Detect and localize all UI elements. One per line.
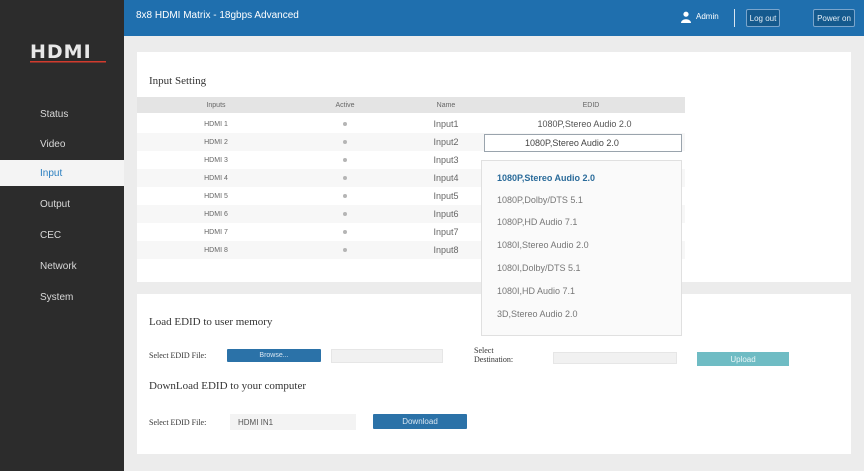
- active-indicator: [295, 133, 395, 151]
- active-indicator: [295, 223, 395, 241]
- dropdown-option[interactable]: 1080I,Stereo Audio 2.0: [497, 240, 589, 250]
- logout-button[interactable]: Log out: [746, 9, 780, 27]
- sidebar-item-cec[interactable]: CEC: [0, 222, 124, 248]
- user-name: Admin: [696, 12, 719, 21]
- sidebar-item-status[interactable]: Status: [0, 101, 124, 127]
- select-edid-file-label: Select EDID File:: [149, 351, 207, 360]
- sidebar-item-output[interactable]: Output: [0, 191, 124, 217]
- edid-select[interactable]: 1080P,Stereo Audio 2.0: [484, 115, 685, 133]
- divider: [734, 9, 735, 27]
- input-cell: HDMI 1: [204, 120, 228, 128]
- download-edid-title: DownLoad EDID to your computer: [149, 380, 307, 392]
- download-edid-select[interactable]: HDMI IN1: [230, 414, 356, 430]
- input-cell: HDMI 8: [204, 246, 228, 254]
- download-select-edid-file-label: Select EDID File:: [149, 418, 207, 427]
- destination-select[interactable]: [553, 352, 677, 364]
- user-icon: [681, 11, 691, 23]
- sidebar-item-video[interactable]: Video: [0, 131, 124, 157]
- top-bar: 8x8 HDMI Matrix - 18gbps Advanced Admin …: [124, 0, 864, 36]
- input-cell: HDMI 4: [204, 174, 228, 182]
- power-button[interactable]: Power on: [813, 9, 855, 27]
- dropdown-option[interactable]: 1080P,Dolby/DTS 5.1: [497, 195, 583, 205]
- sidebar: HDMI Status Video Input Output CEC Netwo…: [0, 0, 124, 471]
- app-title: 8x8 HDMI Matrix - 18gbps Advanced: [136, 10, 299, 21]
- active-indicator: [295, 187, 395, 205]
- sidebar-item-network[interactable]: Network: [0, 253, 124, 279]
- input-cell: HDMI 7: [204, 228, 228, 236]
- column-header-inputs: Inputs: [137, 97, 295, 113]
- input-cell: HDMI 2: [204, 138, 228, 146]
- active-indicator: [295, 115, 395, 133]
- svg-text:HDMI: HDMI: [30, 41, 92, 63]
- load-edid-title: Load EDID to user memory: [149, 316, 273, 328]
- edid-select-open[interactable]: 1080P,Stereo Audio 2.0: [484, 134, 682, 152]
- sidebar-item-system[interactable]: System: [0, 284, 124, 310]
- active-indicator: [295, 151, 395, 169]
- hdmi-logo: HDMI: [30, 41, 106, 63]
- dropdown-option[interactable]: 1080P,HD Audio 7.1: [497, 217, 577, 227]
- dropdown-option[interactable]: 3D,Stereo Audio 2.0: [497, 309, 578, 319]
- upload-button[interactable]: Upload: [697, 352, 789, 366]
- column-header-edid: EDID: [497, 97, 685, 113]
- app-window: HDMI Status Video Input Output CEC Netwo…: [0, 0, 864, 471]
- active-indicator: [295, 169, 395, 187]
- input-cell: HDMI 3: [204, 156, 228, 164]
- name-cell[interactable]: Input2: [395, 133, 497, 151]
- dropdown-option[interactable]: 1080P,Stereo Audio 2.0: [497, 173, 595, 183]
- dropdown-option[interactable]: 1080I,HD Audio 7.1: [497, 286, 575, 296]
- dropdown-option[interactable]: 1080I,Dolby/DTS 5.1: [497, 263, 581, 273]
- name-cell[interactable]: Input1: [395, 115, 497, 133]
- active-indicator: [295, 205, 395, 223]
- select-destination-label: Select Destination:: [474, 346, 514, 364]
- active-indicator: [295, 241, 395, 259]
- download-button[interactable]: Download: [373, 414, 467, 429]
- column-header-name: Name: [395, 97, 497, 113]
- input-cell: HDMI 5: [204, 192, 228, 200]
- input-setting-title: Input Setting: [149, 75, 207, 87]
- sidebar-item-input[interactable]: Input: [0, 160, 124, 186]
- input-cell: HDMI 6: [204, 210, 228, 218]
- browse-button[interactable]: Browse...: [227, 349, 321, 362]
- edid-dropdown-list: 1080P,Stereo Audio 2.0 1080P,Dolby/DTS 5…: [481, 160, 682, 336]
- column-header-active: Active: [295, 97, 395, 113]
- file-name-field[interactable]: [331, 349, 443, 363]
